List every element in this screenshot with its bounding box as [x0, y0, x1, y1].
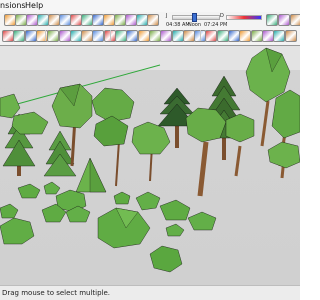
- status-hint: Drag mouse to select multiple.: [2, 289, 111, 297]
- camera-button[interactable]: [266, 14, 278, 26]
- menu-dimensions[interactable]: nsions: [0, 0, 26, 12]
- shadow-settings-panel: J D 04:38 AM Noon 07:24 PM: [166, 13, 262, 29]
- time-start-label: 04:38 AM: [166, 22, 190, 28]
- tree-bushy-center[interactable]: [131, 121, 171, 182]
- month-start-label: J: [166, 13, 168, 19]
- toolbar-row-tools: [0, 28, 300, 43]
- push-pull-icon-7[interactable]: [69, 30, 82, 42]
- menu-help[interactable]: Help: [25, 0, 43, 12]
- bush-bottom-center[interactable]: [149, 245, 183, 273]
- pine-tree-small[interactable]: [43, 130, 77, 177]
- rectangle-icon-24[interactable]: [261, 30, 274, 42]
- zoom-icon-16[interactable]: [171, 30, 184, 42]
- section-button[interactable]: [278, 14, 290, 26]
- line-icon-22[interactable]: [239, 30, 252, 42]
- time-noon-label: Noon: [188, 22, 202, 28]
- date-slider-thumb[interactable]: [192, 13, 197, 22]
- paint-bucket-icon-3[interactable]: [24, 30, 37, 42]
- eraser-icon-20[interactable]: [216, 30, 229, 42]
- move-icon-8[interactable]: [81, 30, 94, 42]
- rotate-icon-9[interactable]: [92, 30, 105, 42]
- toolbar-separator: [200, 30, 201, 41]
- push-pull-icon-25[interactable]: [273, 30, 286, 42]
- tape-measure-icon-12[interactable]: [126, 30, 139, 42]
- pan-icon-15[interactable]: [160, 30, 173, 42]
- line-icon-4[interactable]: [35, 30, 48, 42]
- status-bar: Drag mouse to select multiple.: [0, 285, 300, 300]
- bush-large-center[interactable]: [97, 207, 151, 249]
- scene-svg: [0, 47, 300, 273]
- rectangle-icon-6[interactable]: [58, 30, 71, 42]
- select-icon-1[interactable]: [2, 30, 14, 42]
- model-viewport[interactable]: [0, 45, 300, 286]
- toolbar-separator: [45, 30, 46, 41]
- eraser-icon-2[interactable]: [13, 30, 26, 42]
- move-icon-26[interactable]: [284, 30, 297, 42]
- bush-large-left[interactable]: [0, 217, 35, 245]
- tree-bottom-right[interactable]: [267, 141, 300, 179]
- cone-bush[interactable]: [75, 157, 107, 193]
- arc-icon-5[interactable]: [47, 30, 60, 42]
- toolbar-separator: [110, 30, 111, 41]
- month-end-label: D: [220, 13, 224, 19]
- tree-low-poly-right[interactable]: [185, 107, 227, 197]
- paint-bucket-icon-21[interactable]: [228, 30, 240, 42]
- layers-button[interactable]: [290, 14, 300, 26]
- tree-left-edge[interactable]: [0, 93, 49, 135]
- tree-mid-right[interactable]: [225, 113, 255, 177]
- tree-cluster-center[interactable]: [91, 87, 135, 187]
- text-icon-13[interactable]: [137, 30, 150, 42]
- sketchup-window: nsions Help J D 04:38 AM Noon 07:24 PM D…: [0, 0, 300, 300]
- arc-icon-23[interactable]: [250, 30, 263, 42]
- orbit-icon-14[interactable]: [148, 30, 161, 42]
- time-end-label: 07:24 PM: [204, 22, 228, 28]
- offset-icon-11[interactable]: [115, 30, 127, 42]
- toolbar-area: J D 04:38 AM Noon 07:24 PM: [0, 12, 300, 46]
- shade-slider-track[interactable]: [226, 15, 262, 20]
- view-button-14[interactable]: [147, 14, 159, 26]
- select-icon-19[interactable]: [205, 30, 218, 42]
- zoom-extents-icon-17[interactable]: [182, 30, 195, 42]
